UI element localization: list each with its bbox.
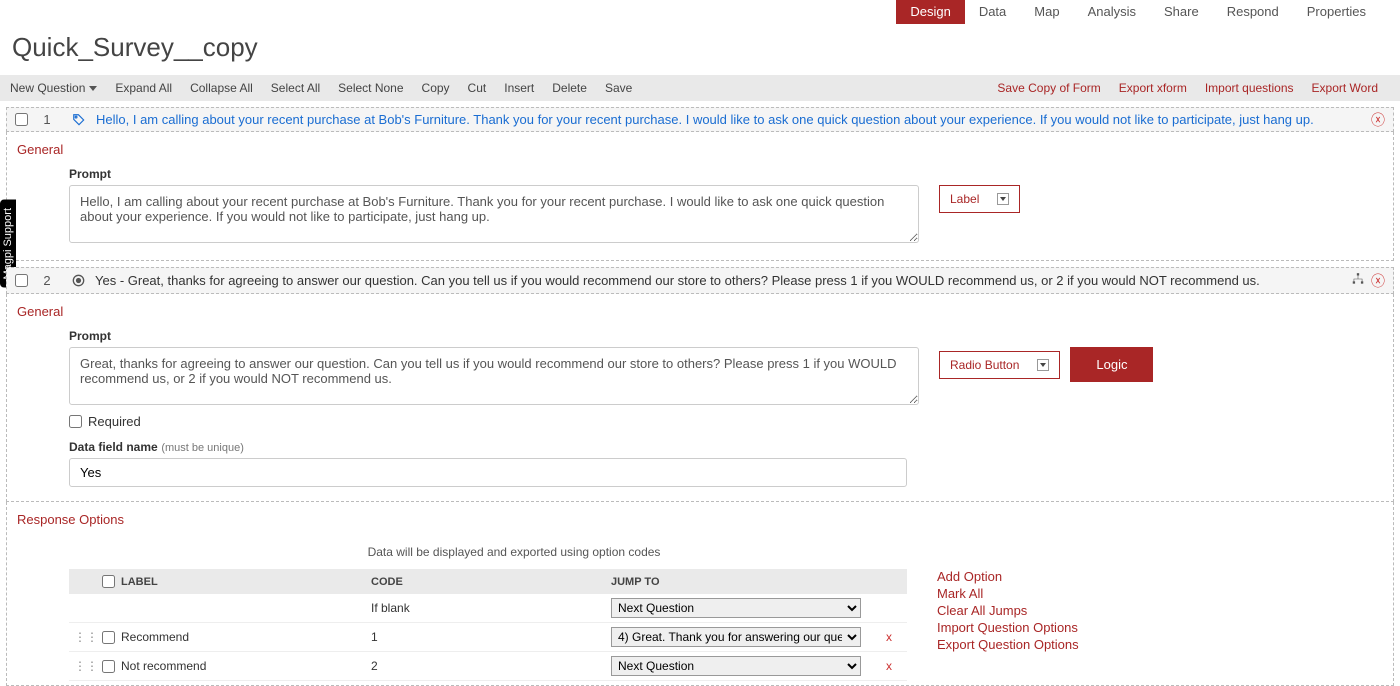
page-title: Quick_Survey__copy (0, 24, 1400, 75)
col-header-label: LABEL (121, 576, 371, 588)
prompt-label: Prompt (69, 329, 919, 343)
options-table: LABEL CODE JUMP TO If blank Next Questio… (69, 569, 907, 681)
section-heading-general: General (17, 304, 1383, 319)
option-links: Add Option Mark All Clear All Jumps Impo… (937, 569, 1079, 652)
radio-icon (72, 274, 85, 287)
tb-export-word[interactable]: Export Word (1312, 81, 1378, 95)
tb-expand-all[interactable]: Expand All (115, 81, 172, 95)
drag-handle-icon[interactable]: ⋮⋮ (77, 630, 95, 644)
blank-code-label: If blank (371, 601, 611, 615)
question-type-select[interactable]: Label (939, 185, 1020, 213)
question-type-select[interactable]: Radio Button (939, 351, 1060, 379)
toolbar: New Question Expand All Collapse All Sel… (0, 75, 1400, 101)
option-checkbox[interactable] (102, 631, 115, 644)
chevron-down-icon (997, 193, 1009, 205)
option-label[interactable]: Recommend (121, 630, 371, 644)
tb-save-copy[interactable]: Save Copy of Form (997, 81, 1100, 95)
question-checkbox-1[interactable] (15, 113, 28, 126)
prompt-textarea-2[interactable] (69, 347, 919, 405)
response-options-note: Data will be displayed and exported usin… (69, 537, 959, 569)
question-header-2[interactable]: 2 Yes - Great, thanks for agreeing to an… (6, 267, 1394, 294)
logic-button[interactable]: Logic (1070, 347, 1153, 382)
link-add-option[interactable]: Add Option (937, 569, 1079, 584)
link-clear-jumps[interactable]: Clear All Jumps (937, 603, 1079, 618)
jump-select[interactable]: Next Question 4) Great. Thank you for an… (611, 656, 861, 676)
tab-share[interactable]: Share (1150, 0, 1213, 24)
tab-analysis[interactable]: Analysis (1074, 0, 1150, 24)
tag-icon (72, 113, 86, 127)
tb-import-questions[interactable]: Import questions (1205, 81, 1294, 95)
caret-down-icon (89, 86, 97, 91)
logic-tree-icon[interactable] (1351, 272, 1365, 289)
delete-option-icon[interactable]: x (879, 659, 899, 673)
response-options-heading: Response Options (17, 512, 1383, 527)
jump-select-blank[interactable]: Next Question 4) Great. Thank you for an… (611, 598, 861, 618)
tab-data[interactable]: Data (965, 0, 1020, 24)
delete-option-icon[interactable]: x (879, 630, 899, 644)
tab-map[interactable]: Map (1020, 0, 1073, 24)
options-header-checkbox[interactable] (102, 575, 115, 588)
section-heading-general: General (17, 142, 1383, 157)
question-title: Hello, I am calling about your recent pu… (96, 112, 1371, 127)
option-label[interactable]: Not recommend (121, 659, 371, 673)
tb-delete[interactable]: Delete (552, 81, 587, 95)
required-label: Required (88, 414, 141, 429)
tb-cut[interactable]: Cut (468, 81, 487, 95)
col-header-code: CODE (371, 576, 611, 588)
tb-save[interactable]: Save (605, 81, 632, 95)
option-code[interactable]: 2 (371, 659, 611, 673)
delete-question-icon[interactable]: ⓧ (1371, 113, 1385, 127)
response-options-section: Response Options Data will be displayed … (6, 502, 1394, 686)
field-name-label: Data field name (69, 440, 158, 454)
col-header-jump: JUMP TO (611, 576, 879, 588)
link-mark-all[interactable]: Mark All (937, 586, 1079, 601)
tb-collapse-all[interactable]: Collapse All (190, 81, 253, 95)
tab-respond[interactable]: Respond (1213, 0, 1293, 24)
option-checkbox[interactable] (102, 660, 115, 673)
tb-export-xform[interactable]: Export xform (1119, 81, 1187, 95)
tab-properties[interactable]: Properties (1293, 0, 1380, 24)
tb-copy[interactable]: Copy (422, 81, 450, 95)
tb-new-question[interactable]: New Question (10, 81, 97, 95)
chevron-down-icon (1037, 359, 1049, 371)
required-checkbox[interactable] (69, 415, 82, 428)
delete-question-icon[interactable]: ⓧ (1371, 274, 1385, 288)
tb-insert[interactable]: Insert (504, 81, 534, 95)
option-code[interactable]: 1 (371, 630, 611, 644)
tab-design[interactable]: Design (896, 0, 964, 24)
top-nav: Design Data Map Analysis Share Respond P… (0, 0, 1400, 24)
question-number: 1 (38, 112, 56, 127)
jump-select[interactable]: 4) Great. Thank you for answering our qu… (611, 627, 861, 647)
option-row-blank: If blank Next Question 4) Great. Thank y… (69, 594, 907, 623)
drag-handle-icon[interactable]: ⋮⋮ (77, 659, 95, 673)
question-title: Yes - Great, thanks for agreeing to answ… (95, 273, 1351, 288)
question-body-1: General Prompt Label (6, 132, 1394, 261)
question-type-label: Radio Button (950, 358, 1019, 372)
field-name-hint: (must be unique) (161, 442, 244, 454)
question-number: 2 (38, 273, 56, 288)
tb-select-none[interactable]: Select None (338, 81, 403, 95)
prompt-textarea-1[interactable] (69, 185, 919, 243)
field-name-input[interactable] (69, 458, 907, 487)
option-row: ⋮⋮ Recommend 1 4) Great. Thank you for a… (69, 623, 907, 652)
tb-select-all[interactable]: Select All (271, 81, 320, 95)
question-header-1[interactable]: 1 Hello, I am calling about your recent … (6, 107, 1394, 132)
question-body-2: General Prompt Radio Button Logic Requir… (6, 294, 1394, 502)
link-export-options[interactable]: Export Question Options (937, 637, 1079, 652)
question-checkbox-2[interactable] (15, 274, 28, 287)
option-row: ⋮⋮ Not recommend 2 Next Question 4) Grea… (69, 652, 907, 681)
link-import-options[interactable]: Import Question Options (937, 620, 1079, 635)
question-type-label: Label (950, 192, 979, 206)
prompt-label: Prompt (69, 167, 919, 181)
